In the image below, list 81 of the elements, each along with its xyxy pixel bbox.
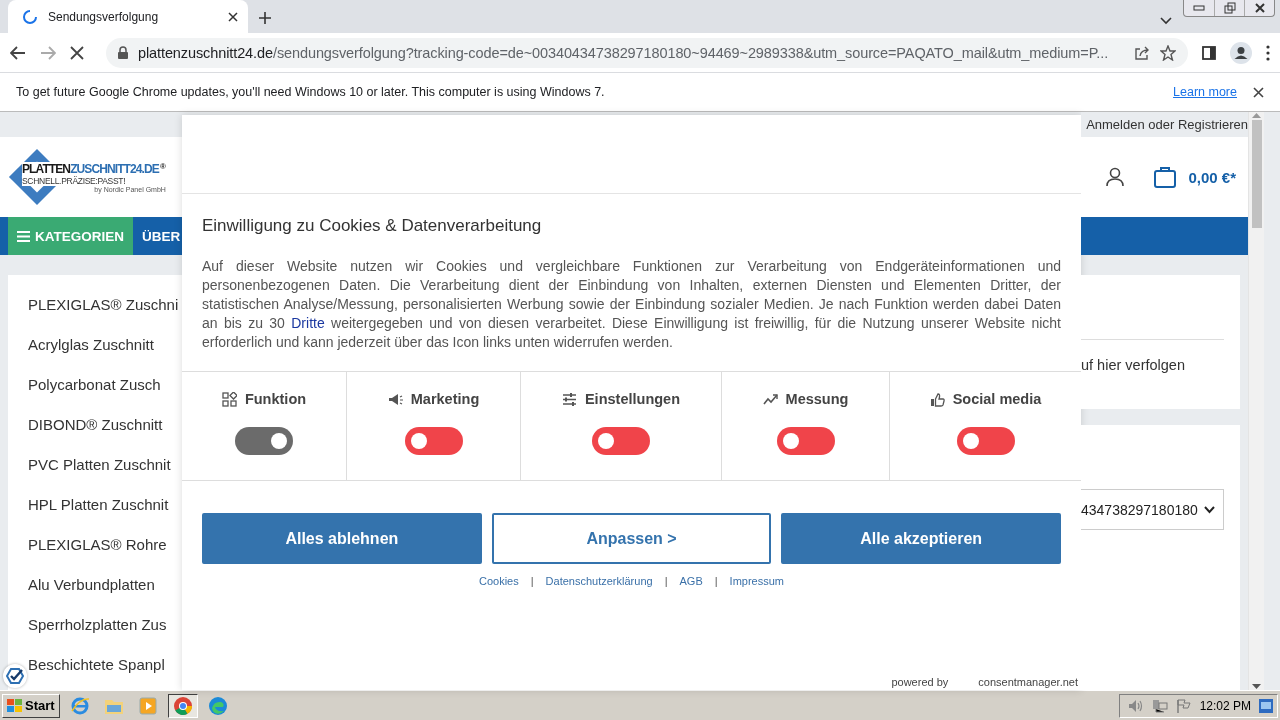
avatar-icon[interactable] (1230, 41, 1252, 64)
side-panel-icon[interactable] (1202, 45, 1216, 60)
consent-button[interactable]: Alle akzeptieren (781, 513, 1061, 564)
dialog-title: Einwilligung zu Cookies & Datenverarbeitung (202, 216, 543, 236)
scrollbar-thumb[interactable] (1251, 120, 1262, 228)
chevron-down-icon (1204, 505, 1215, 514)
back-icon[interactable] (10, 45, 26, 60)
category-item[interactable]: Acrylglas Zuschnitt (28, 335, 182, 353)
close-icon[interactable] (1253, 86, 1264, 98)
close-icon[interactable] (228, 11, 238, 22)
trend-icon (762, 391, 778, 407)
menu-icon[interactable] (1266, 44, 1270, 61)
shopping-bag-icon (1154, 166, 1177, 188)
category-item[interactable]: PVC Platten Zuschnit (28, 455, 182, 473)
chrome-icon[interactable] (172, 695, 193, 716)
category-label: Marketing (387, 391, 480, 407)
category-label: Messung (762, 391, 849, 407)
consent-badge-icon[interactable] (3, 664, 27, 688)
powered-by-text: powered by (891, 676, 949, 688)
consent-button[interactable]: Alles ablehnen (202, 513, 482, 564)
category-item[interactable]: Polycarbonat Zusch (28, 375, 182, 393)
tracking-select[interactable]: 434738297180180 (1081, 489, 1224, 530)
clock-time[interactable]: 12:02 PM (1199, 698, 1251, 713)
megaphone-icon (387, 391, 403, 407)
chevron-down-icon[interactable] (1160, 17, 1172, 25)
footer-link[interactable]: Impressum (729, 575, 784, 587)
footer-link[interactable]: Datenschutzerklärung (545, 575, 653, 587)
category-label: Einstellungen (561, 391, 681, 407)
address-bar[interactable]: plattenzuschnitt24.de/sendungsverfolgung?tracking-code=de~00340434738297180180~94469~2989338&utm_source=PAQATO_mail&utm_medium=P... (106, 37, 1188, 68)
category-item[interactable]: Alu Verbundplatten (28, 575, 182, 593)
link-separator: | (530, 575, 534, 587)
minimize-icon[interactable] (1193, 5, 1205, 11)
restore-icon[interactable] (1223, 2, 1236, 14)
share-icon[interactable] (1134, 44, 1150, 61)
url-text: plattenzuschnitt24.de/sendungsverfolgung?tracking-code=de~00340434738297180180~94469~2989338&utm_source=PAQATO_mail&utm_medium=P... (138, 44, 1110, 61)
third-parties-link[interactable]: Dritte (291, 315, 325, 331)
show-desktop-icon[interactable] (1259, 698, 1273, 713)
consent-text: Auf dieser Website nutzen wir Cookies und vergleichbare Funktionen zur Verarbeitung von Endgeräteinformationen und personenbezogenen Daten. Die Verarbeitung dient der Einbindung von Inhalten, externen Diensten und Elementen Dritter, der statistischen Analyse/Messung, personalisierten Werbung sowie der Einbindung sozialer Medien. Je nach Funktion werden dabei Daten an bis zu 30 Dritte weitergegeben und von diesen verarbeitet. Diese Einwilligung ist freiwillig, für die Nutzung unserer Website nicht erforderlich und kann jederzeit über das Icon links unten widerrufen werden. (202, 257, 1061, 352)
scrollbar[interactable] (1248, 112, 1264, 690)
toggle-switch[interactable] (776, 427, 835, 455)
sliders-icon (561, 391, 577, 407)
windows-logo-icon (7, 698, 23, 713)
lock-icon (118, 46, 128, 59)
flag-icon[interactable] (1175, 698, 1192, 713)
tracking-text: uf hier verfolgen (1081, 357, 1186, 373)
user-icon[interactable] (1106, 167, 1125, 187)
provider-link[interactable]: consentmanager.net (978, 676, 1078, 688)
loading-spinner-icon (22, 8, 38, 25)
network-icon[interactable] (1151, 698, 1168, 713)
window-controls[interactable] (1183, 0, 1275, 17)
learn-more-link[interactable]: Learn more (1173, 85, 1237, 99)
toggle-switch[interactable] (956, 427, 1015, 455)
category-item[interactable]: PLEXIGLAS® Rohre (28, 535, 182, 553)
category-item[interactable]: PLEXIGLAS® Zuschni (28, 295, 182, 313)
category-label: Funktion (221, 391, 307, 407)
category-label: Social media (929, 391, 1042, 407)
category-item[interactable]: DIBOND® Zuschnitt (28, 415, 182, 433)
toggle-switch[interactable] (235, 427, 293, 455)
browser-tab[interactable]: Sendungsverfolgung (8, 0, 248, 33)
close-icon[interactable] (1253, 3, 1266, 13)
toggle-switch[interactable] (404, 427, 463, 455)
category-item[interactable]: HPL Platten Zuschnit (28, 495, 182, 513)
login-link[interactable]: Anmelden oder Registrieren (1086, 117, 1248, 132)
grid-icon (221, 391, 237, 407)
star-icon[interactable] (1160, 44, 1176, 61)
link-separator: | (664, 575, 668, 587)
logo-slogan: SCHNELL.PRÄZISE:PASST! (22, 175, 126, 186)
toggle-switch[interactable] (592, 427, 650, 455)
cart-button[interactable]: 0,00 €* (1154, 166, 1236, 188)
thumbs-up-icon (929, 391, 945, 407)
footer-link[interactable]: AGB (679, 575, 703, 587)
start-button[interactable]: Start (2, 693, 60, 718)
customize-button[interactable]: Anpassen > (491, 513, 772, 564)
category-item[interactable]: Sperrholzplatten Zus (28, 615, 182, 633)
link-separator: | (714, 575, 718, 587)
stop-icon[interactable] (70, 45, 84, 60)
nav-link[interactable]: ÜBER (133, 217, 182, 255)
footer-link[interactable]: Cookies (479, 575, 519, 587)
category-item[interactable]: Beschichtete Spanpl (28, 655, 182, 673)
update-message: To get future Google Chrome updates, you'll need Windows 10 or later. This computer is using Windows 7. (16, 85, 606, 99)
plus-icon[interactable] (258, 11, 272, 25)
